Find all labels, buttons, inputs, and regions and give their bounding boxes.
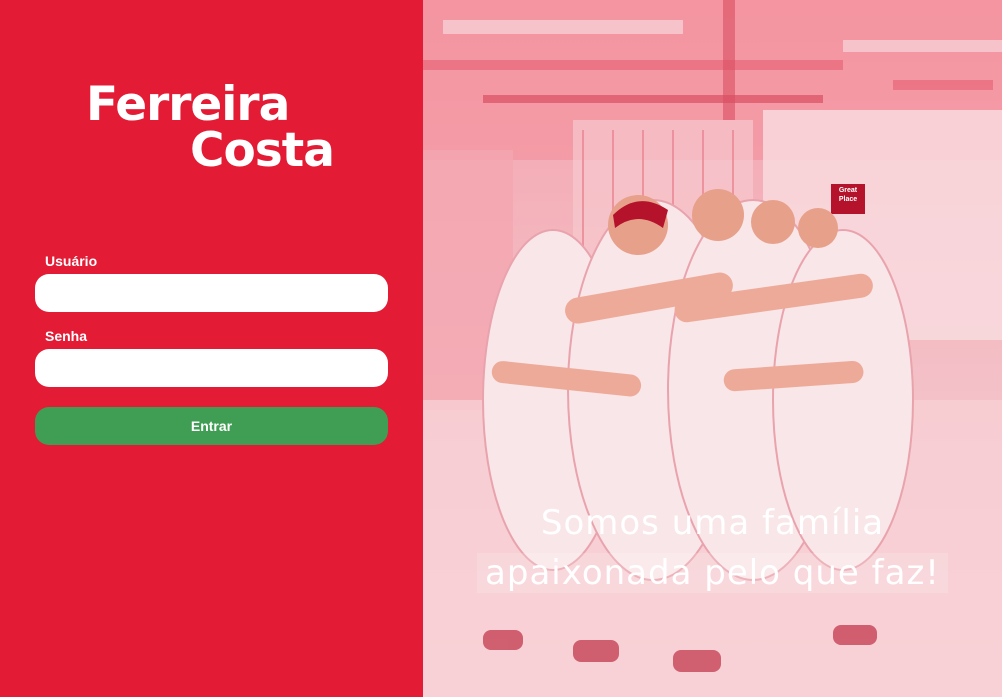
password-input[interactable] [35,349,388,387]
slogan-line-1: Somos uma família [540,503,885,543]
login-button[interactable]: Entrar [35,407,388,445]
password-label: Senha [45,328,88,344]
slogan-line-2: apaixonada pelo que faz! [477,553,948,593]
username-label: Usuário [45,253,98,269]
username-input[interactable] [35,274,388,312]
ferreira-costa-logo: Ferreira Costa [86,77,346,182]
great-place-sign: Great Place [838,187,858,203]
logo-line-1: Ferreira [86,77,290,132]
hero-photo: Great Place Somos uma família apaixonada… [423,0,1002,697]
logo-line-2: Costa [190,123,335,178]
login-panel: Ferreira Costa Usuário Senha Entrar [0,0,423,697]
slogan: Somos uma família apaixonada pelo que fa… [423,498,1002,598]
